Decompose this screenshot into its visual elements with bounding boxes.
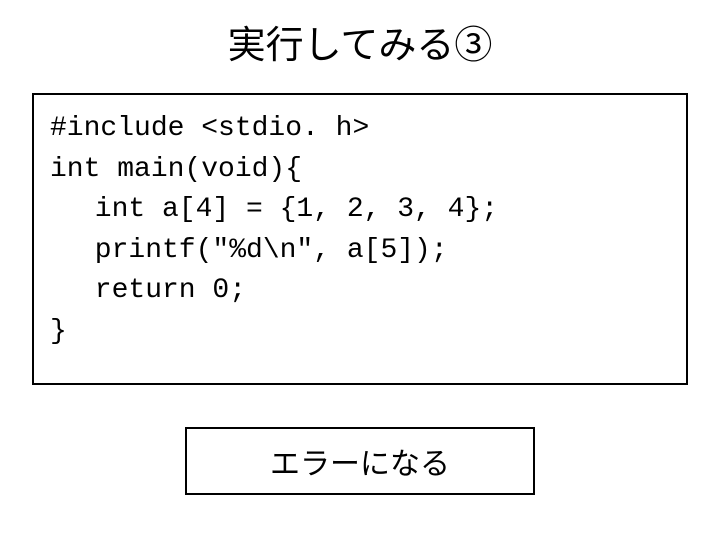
code-text: int a[4] = {1, 2, 3, 4}; bbox=[95, 194, 498, 225]
code-line-close-brace: } bbox=[50, 312, 670, 353]
code-line-return: return 0; bbox=[50, 271, 670, 312]
code-line-array-decl: int a[4] = {1, 2, 3, 4}; bbox=[50, 190, 670, 231]
code-line-printf: printf("%d\n", a[5]); bbox=[50, 231, 670, 272]
code-text: printf("%d\n", a[5]); bbox=[95, 235, 448, 266]
code-text: return 0; bbox=[95, 275, 246, 306]
result-label: エラーになる bbox=[185, 427, 535, 495]
code-line-main: int main(void){ bbox=[50, 150, 670, 191]
code-block: #include <stdio. h> int main(void){ int … bbox=[32, 93, 688, 385]
slide-title: 実行してみる③ bbox=[0, 14, 720, 69]
code-line-include: #include <stdio. h> bbox=[50, 109, 670, 150]
